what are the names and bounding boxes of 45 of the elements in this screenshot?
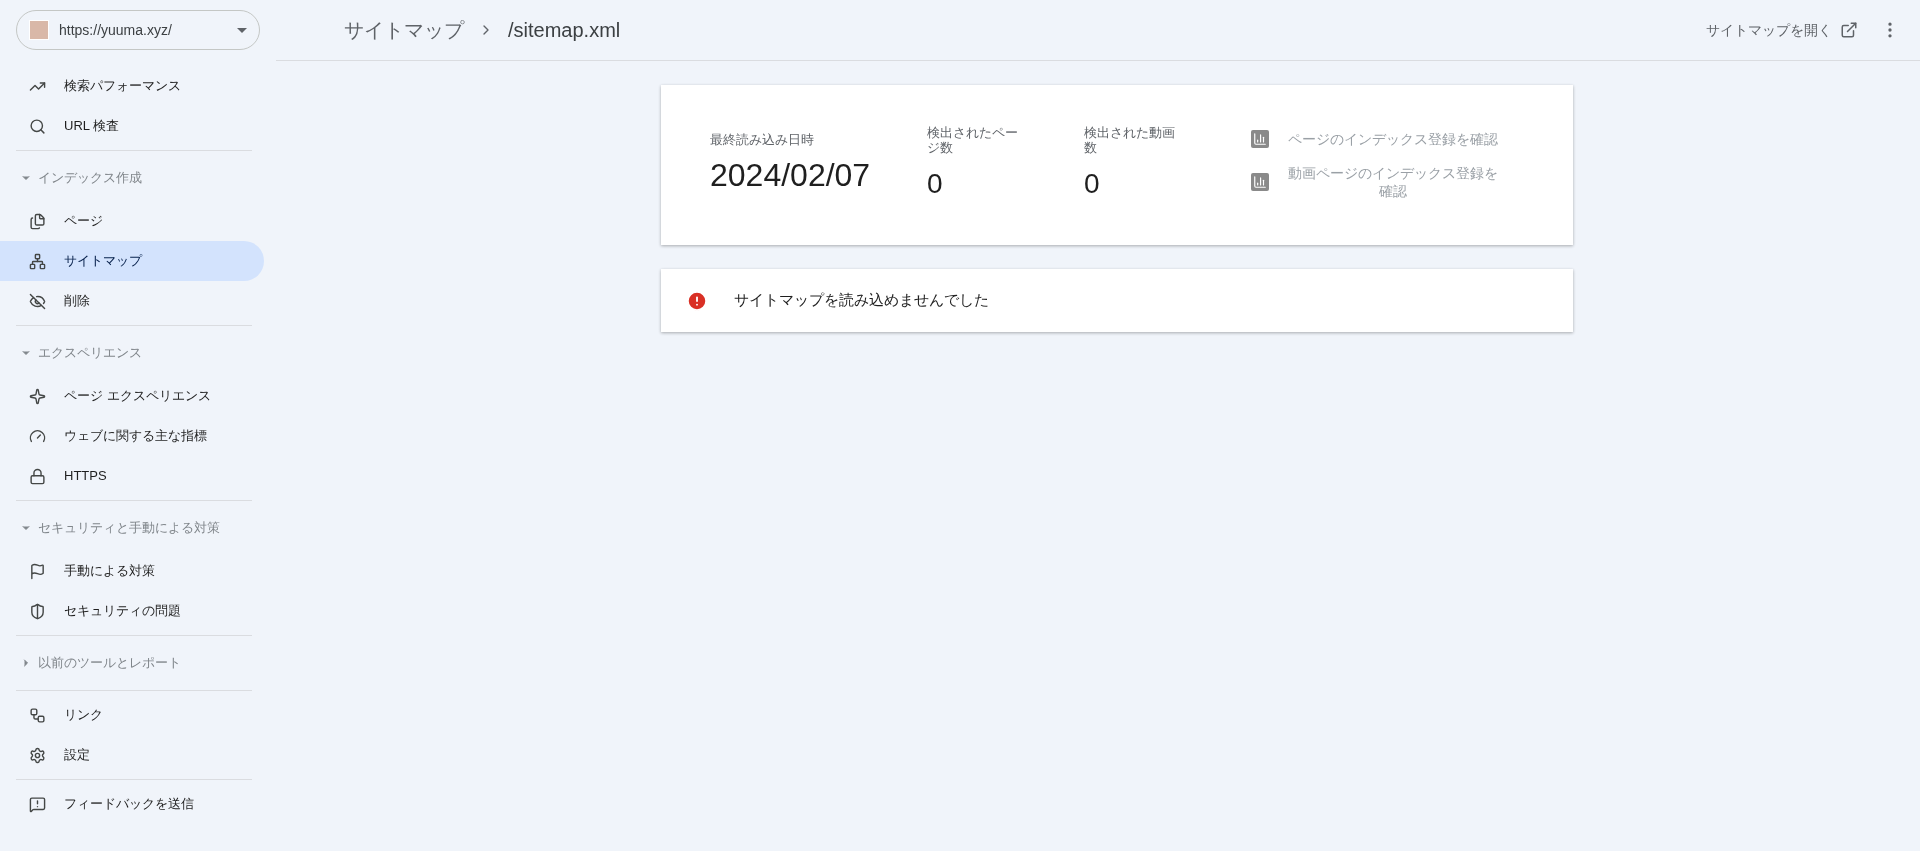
stat-label: 検出されたページ数	[927, 125, 1019, 155]
section-header[interactable]: エクスペリエンス	[0, 330, 142, 376]
flag-icon	[29, 562, 46, 580]
nav-item[interactable]: フィードバックを送信	[0, 784, 264, 824]
settings-icon	[29, 746, 46, 764]
open-sitemap-link[interactable]: サイトマップを開く	[1706, 19, 1858, 41]
stat-label: 検出された動画数	[1084, 125, 1176, 155]
error-message: サイトマップを読み込めませんでした	[734, 290, 989, 311]
eye-off-icon	[29, 292, 46, 310]
shield-icon	[29, 602, 46, 620]
nav-item[interactable]: URL 検査	[0, 106, 264, 146]
error-icon	[686, 289, 708, 312]
section-header[interactable]: 以前のツールとレポート	[0, 640, 181, 686]
search-icon	[29, 117, 46, 135]
stat-label: 最終読み込み日時	[710, 131, 815, 147]
nav-item[interactable]: 手動による対策	[0, 551, 264, 591]
nav-item[interactable]: ページ エクスペリエンス	[0, 376, 264, 416]
nav-item[interactable]: サイトマップ	[0, 241, 264, 281]
stat-value: 0	[1084, 167, 1101, 201]
sparkle-icon	[29, 387, 46, 405]
lock-icon	[29, 467, 46, 485]
feedback-icon	[29, 795, 46, 813]
nav-item[interactable]: 検索パフォーマンス	[0, 66, 264, 106]
pages-icon	[29, 212, 46, 230]
network-icon	[29, 706, 46, 724]
section-header[interactable]: セキュリティと手動による対策	[0, 505, 220, 551]
nav-item[interactable]: ウェブに関する主な指標	[0, 416, 264, 456]
nav-item[interactable]: 設定	[0, 735, 264, 775]
stat-value: 0	[927, 167, 944, 201]
nav-item[interactable]: HTTPS	[0, 456, 264, 496]
bar-chart-icon	[1251, 130, 1269, 148]
breadcrumb-link[interactable]: サイトマップ	[344, 15, 464, 45]
bar-chart-icon	[1251, 173, 1269, 191]
sitemap-tree-icon	[29, 252, 46, 270]
external-link-icon	[1840, 21, 1858, 39]
avatar-placeholder	[29, 20, 49, 40]
gauge-icon	[29, 427, 46, 445]
nav-item[interactable]: リンク	[0, 695, 264, 735]
nav-item[interactable]: 削除	[0, 281, 264, 321]
nav-item[interactable]: セキュリティの問題	[0, 591, 264, 631]
nav-item[interactable]: ページ	[0, 201, 264, 241]
page-title: /sitemap.xml	[508, 18, 621, 43]
stat-value: 2024/02/07	[710, 155, 872, 195]
dropdown-caret-icon	[237, 27, 247, 33]
section-header[interactable]: インデックス作成	[0, 155, 142, 201]
